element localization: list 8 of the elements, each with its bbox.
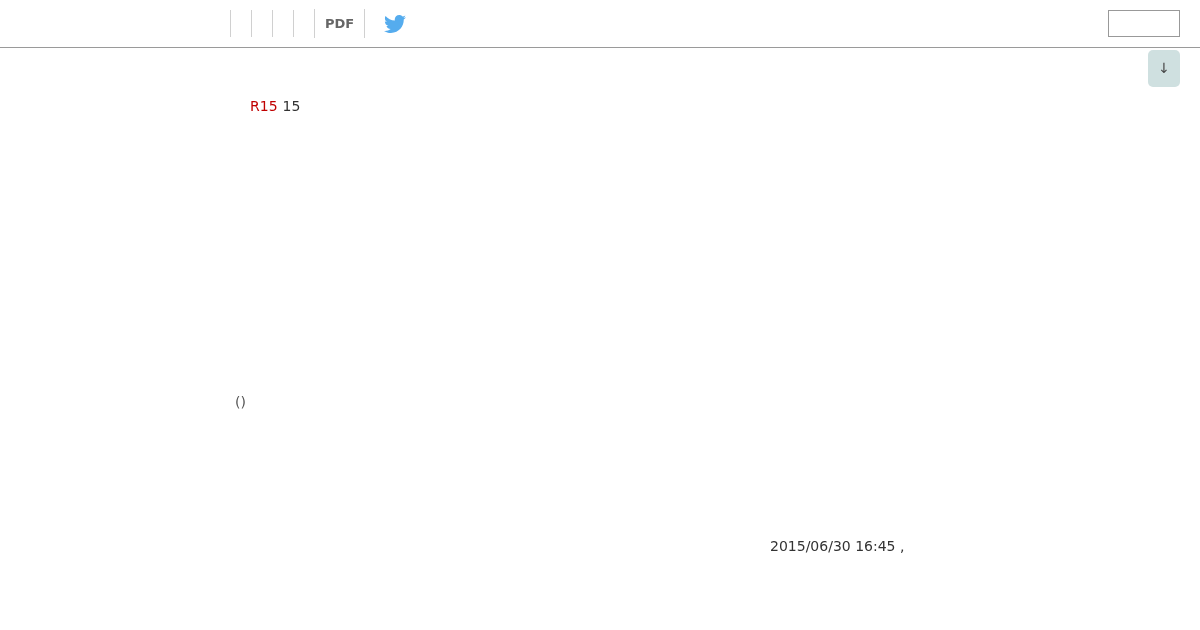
- scroll-down-button[interactable]: ↓: [1148, 50, 1180, 87]
- article-title: 15: [282, 97, 301, 116]
- caption-text: (): [235, 394, 246, 410]
- timestamp: 2015/06/30 16:45 ,: [770, 538, 905, 554]
- article-tag: R15: [250, 96, 278, 116]
- search-field[interactable]: [1108, 10, 1180, 37]
- twitter-bird-icon[interactable]: [382, 12, 409, 35]
- pdf-link[interactable]: PDF: [325, 15, 355, 32]
